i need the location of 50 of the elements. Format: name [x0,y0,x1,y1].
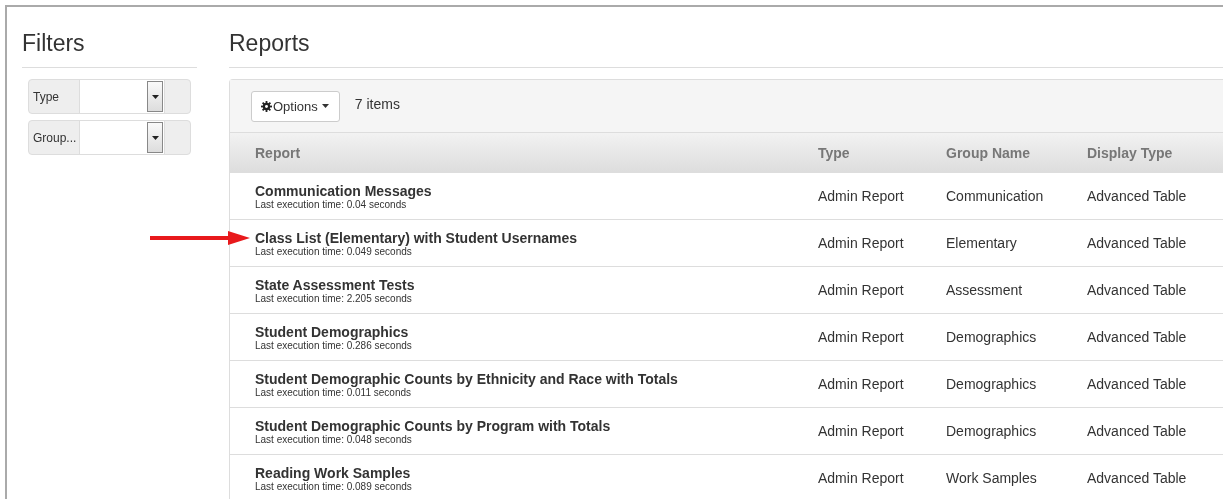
table-cell-text: Advanced Table [1087,376,1188,392]
table-cell-text: Advanced Table [1087,188,1188,204]
table-cell-text: Advanced Table [1087,423,1188,439]
execution-time: Last execution time: 0.048 seconds [255,433,413,445]
caret-icon [151,135,159,140]
column-header[interactable]: Display Type [1087,144,1223,161]
table-cell-text: Elementary [946,235,1018,251]
table-cell-text: Admin Report [818,423,905,439]
execution-time: Last execution time: 0.04 seconds [255,198,407,210]
table-cell-text: Demographics [946,329,1038,345]
table-cell-text: Admin Report [818,235,905,251]
caret-icon [151,94,159,99]
item-count: 7 items [354,96,400,112]
report-link[interactable]: Student Demographics [255,323,818,340]
table-cell-text: Communication [946,188,1045,204]
dropdown-field[interactable] [80,121,165,154]
table-cell-text: Demographics [946,423,1038,439]
report-link[interactable]: Student Demographic Counts by Program with Totals [255,417,818,434]
report-link[interactable]: Reading Work Samples [255,464,818,481]
report-link[interactable]: Class List (Elementary) with Student Usernames [255,229,818,246]
table-cell-text: Admin Report [818,470,905,486]
table-cell-text: Advanced Table [1087,235,1188,251]
report-link[interactable]: Student Demographic Counts by Ethnicity and Race with Totals [255,370,818,387]
dropdown-field[interactable] [80,80,165,113]
reports-heading: Reports [229,30,1223,68]
table-cell-text: Demographics [946,376,1038,392]
filters-heading: Filters [22,30,197,68]
options-button[interactable]: Options [251,90,340,122]
column-header[interactable]: Type [818,144,946,161]
gear-icon [261,100,272,112]
dropdown-button[interactable] [147,81,163,112]
column-header[interactable]: Group Name [946,144,1087,161]
table-cell-text: Work Samples [946,470,1038,486]
table-cell-text: Advanced Table [1087,329,1188,345]
table-cell-text: Admin Report [818,329,905,345]
table-cell-text: Assessment [946,282,1024,298]
report-link[interactable]: State Assessment Tests [255,276,818,293]
execution-time: Last execution time: 0.286 seconds [255,339,413,351]
execution-time: Last execution time: 2.205 seconds [255,292,413,304]
table-cell-text: Admin Report [818,282,905,298]
execution-time: Last execution time: 0.089 seconds [255,480,413,492]
execution-time: Last execution time: 0.049 seconds [255,245,413,257]
report-link[interactable]: Communication Messages [255,182,818,199]
column-header[interactable]: Report [255,144,818,161]
execution-time: Last execution time: 0.011 seconds [255,386,413,398]
dropdown-button[interactable] [147,122,163,153]
table-cell-text: Admin Report [818,376,905,392]
table-cell-text: Advanced Table [1087,470,1188,486]
table-cell-text: Advanced Table [1087,282,1188,298]
table-cell-text: Admin Report [818,188,905,204]
